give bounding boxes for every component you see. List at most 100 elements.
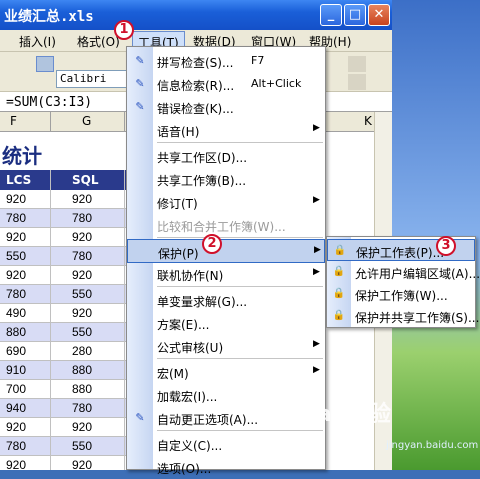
cell-sql[interactable]: 880 [72, 382, 92, 396]
close-button[interactable]: ✕ [368, 4, 390, 26]
column-header-k[interactable]: K [364, 114, 372, 128]
protect-submenu-item[interactable]: 🔒 允许用户编辑区域(A)... [327, 261, 480, 283]
tools-menu-item[interactable]: 方案(E)... [127, 311, 325, 335]
table-row[interactable]: 780 550 [0, 437, 130, 456]
tools-menu-item[interactable]: 共享工作区(D)... [127, 144, 325, 168]
cell-sql[interactable]: 280 [72, 344, 92, 358]
table-row[interactable]: 920 920 [0, 266, 130, 285]
cell-sql[interactable]: 880 [72, 363, 92, 377]
cell-lcs[interactable]: 920 [6, 192, 26, 206]
table-row[interactable]: 780 550 [0, 285, 130, 304]
cell-sql[interactable]: 920 [72, 420, 92, 434]
formula-text: =SUM(C3:I3) [6, 95, 93, 110]
title-bar: 业绩汇总.xls _ □ ✕ [0, 0, 392, 30]
cell-lcs[interactable]: 920 [6, 420, 26, 434]
protect-submenu-item-label: 保护工作表(P)... [356, 246, 445, 260]
column-header-g[interactable]: G [82, 114, 91, 128]
tools-menu-item[interactable]: 公式审核(U) ▶ [127, 334, 325, 358]
table-row[interactable]: 690 280 [0, 342, 130, 361]
cell-sql[interactable]: 550 [72, 439, 92, 453]
table-row[interactable]: 780 780 [0, 209, 130, 228]
cell-sql[interactable]: 550 [72, 287, 92, 301]
table-row[interactable]: 880 550 [0, 323, 130, 342]
tools-menu-item[interactable]: 共享工作簿(B)... [127, 167, 325, 191]
tools-menu-item[interactable]: 宏(M) ▶ [127, 360, 325, 384]
table-row[interactable]: 490 920 [0, 304, 130, 323]
tools-menu-item[interactable]: ✎ 错误检查(K)... [127, 95, 325, 119]
cell-sql[interactable]: 920 [72, 306, 92, 320]
submenu-arrow-icon: ▶ [313, 339, 320, 349]
cell-lcs[interactable]: 780 [6, 211, 26, 225]
column-header-f[interactable]: F [10, 114, 17, 128]
cell-sql[interactable]: 920 [72, 268, 92, 282]
header-cell[interactable]: SQL [72, 173, 99, 187]
cell-lcs[interactable]: 880 [6, 325, 26, 339]
protect-icon: 🔒 [333, 245, 347, 256]
window-title: 业绩汇总.xls [4, 9, 94, 25]
cell-sql[interactable]: 780 [72, 401, 92, 415]
align-icon[interactable] [348, 56, 366, 72]
header-cell[interactable]: LCS [6, 173, 31, 187]
cell-lcs[interactable]: 920 [6, 268, 26, 282]
tools-menu-item[interactable]: 加载宏(I)... [127, 383, 325, 407]
tools-menu-item[interactable]: ✎ 自动更正选项(A)... [127, 406, 325, 430]
tools-menu-item[interactable]: ✎ 拼写检查(S)... F7 [127, 49, 325, 73]
minimize-button[interactable]: _ [320, 4, 342, 26]
tools-menu-item[interactable]: 自定义(C)... [127, 432, 325, 456]
cell-lcs[interactable]: 690 [6, 344, 26, 358]
tools-menu-item-label: 方案(E)... [157, 318, 210, 332]
cell-sql[interactable]: 920 [72, 192, 92, 206]
cell-lcs[interactable]: 780 [6, 439, 26, 453]
table-row[interactable]: 700 880 [0, 380, 130, 399]
tools-menu-item[interactable]: 选项(O)... [127, 455, 325, 479]
step-badge-3: 3 [436, 236, 456, 256]
step-badge-2: 2 [202, 234, 222, 254]
maximize-button[interactable]: □ [344, 4, 366, 26]
submenu-arrow-icon: ▶ [314, 245, 321, 255]
cell-lcs[interactable]: 920 [6, 230, 26, 244]
table-row[interactable]: 920 920 [0, 190, 130, 209]
cell-sql[interactable]: 780 [72, 211, 92, 225]
step-badge-1: 1 [114, 20, 134, 40]
tools-menu-item[interactable]: 语音(H) ▶ [127, 118, 325, 142]
tools-menu-item-label: 加载宏(I)... [157, 390, 218, 404]
align-left-icon[interactable] [348, 74, 366, 90]
submenu-arrow-icon: ▶ [313, 195, 320, 205]
table-row[interactable]: 550 780 [0, 247, 130, 266]
tools-menu-item[interactable]: 联机协作(N) ▶ [127, 262, 325, 286]
cell-lcs[interactable]: 490 [6, 306, 26, 320]
error-check-icon: ✎ [135, 100, 145, 113]
tools-menu-item[interactable]: 修订(T) ▶ [127, 190, 325, 214]
cell-lcs[interactable]: 700 [6, 382, 26, 396]
tools-menu-item-label: 公式审核(U) [157, 341, 224, 355]
cell-lcs[interactable]: 920 [6, 458, 26, 470]
cell-sql[interactable]: 780 [72, 249, 92, 263]
tools-menu-item[interactable]: 单变量求解(G)... [127, 288, 325, 312]
table-row[interactable]: 940 780 [0, 399, 130, 418]
toolbar-dropdown-icon[interactable] [36, 56, 54, 72]
protect-submenu-item[interactable]: 🔒 保护工作簿(W)... [327, 283, 475, 305]
cell-lcs[interactable]: 550 [6, 249, 26, 263]
table-row[interactable]: 920 920 [0, 228, 130, 247]
cell-lcs[interactable]: 940 [6, 401, 26, 415]
tools-menu-item-label: 修订(T) [157, 197, 198, 211]
table-row[interactable]: 920 920 [0, 456, 130, 470]
shortcut-label: F7 [251, 54, 265, 67]
tools-menu-item[interactable]: ✎ 信息检索(R)... Alt+Click [127, 72, 325, 96]
protect-submenu-item-label: 保护并共享工作簿(S)... [355, 311, 480, 325]
tools-menu-item[interactable]: 保护(P) ▶ [127, 239, 325, 263]
table-row[interactable]: 910 880 [0, 361, 130, 380]
cell-lcs[interactable]: 910 [6, 363, 26, 377]
protect-submenu-item-label: 保护工作簿(W)... [355, 289, 448, 303]
table-row[interactable]: 920 920 [0, 418, 130, 437]
cell-sql[interactable]: 550 [72, 325, 92, 339]
cell-sql[interactable]: 920 [72, 458, 92, 470]
spell-check-icon: ✎ [135, 54, 145, 67]
menu-insert[interactable]: 插入(I) [16, 33, 59, 50]
cell-sql[interactable]: 920 [72, 230, 92, 244]
cell-lcs[interactable]: 780 [6, 287, 26, 301]
menu-separator [157, 286, 323, 287]
font-name-box[interactable]: Calibri [56, 70, 128, 88]
tools-menu-item-label: 拼写检查(S)... [157, 56, 234, 70]
protect-submenu-item[interactable]: 🔒 保护并共享工作簿(S)... [327, 305, 480, 327]
